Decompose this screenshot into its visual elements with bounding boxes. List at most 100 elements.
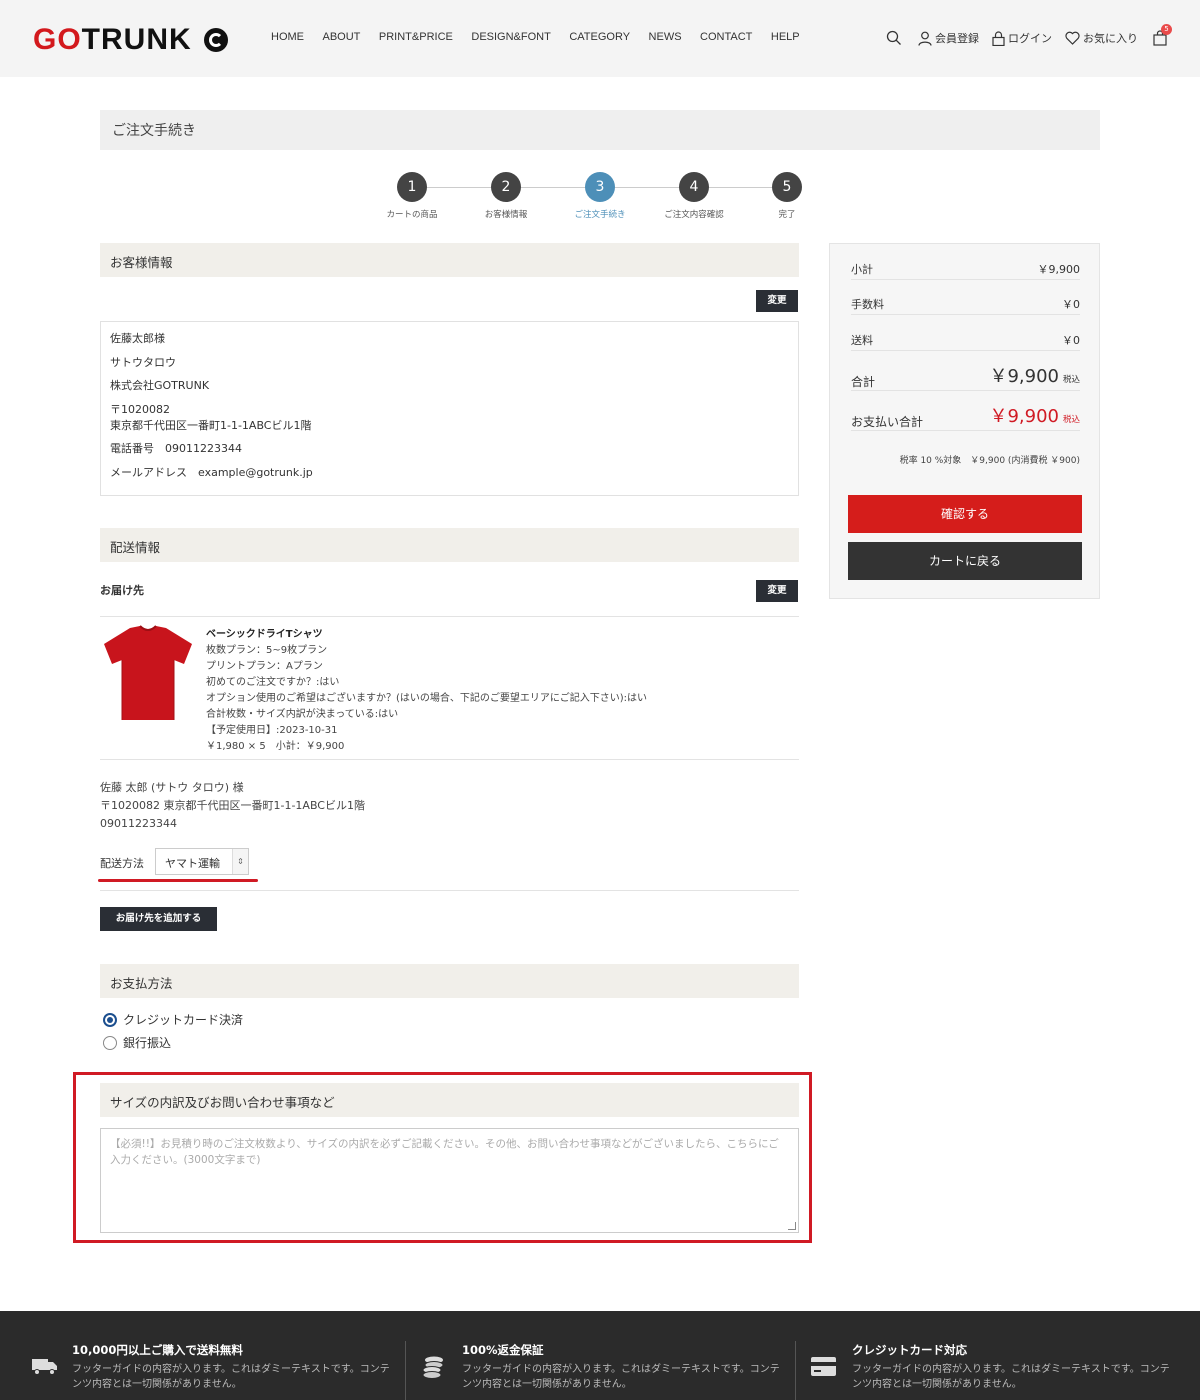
step-label: カートの商品 bbox=[386, 210, 438, 220]
recipient-phone: 09011223344 bbox=[100, 817, 177, 830]
customer-change-button[interactable]: 変更 bbox=[756, 290, 798, 312]
cart-button[interactable]: 5 bbox=[1153, 24, 1172, 46]
payment-method-heading: お支払方法 bbox=[100, 964, 799, 998]
add-destination-button[interactable]: お届け先を追加する bbox=[100, 907, 217, 931]
fee-label: 手数料 bbox=[851, 298, 884, 311]
search-icon bbox=[886, 30, 901, 45]
recipient-name: 佐藤 太郎 (サトウ タロウ) 様 bbox=[100, 781, 244, 794]
logo-mark-icon bbox=[203, 28, 228, 52]
step-number: 2 bbox=[491, 172, 521, 202]
summary-fee-row: 手数料 ￥0 bbox=[851, 296, 1080, 315]
total-value-group: ￥9,900 税込 bbox=[989, 362, 1080, 388]
nav-help[interactable]: HELP bbox=[771, 31, 800, 43]
customer-postal: 〒1020082 bbox=[110, 402, 170, 416]
product-image-red-tshirt bbox=[104, 625, 192, 720]
total-tax-label: 税込 bbox=[1062, 375, 1080, 385]
step-cart: 1 カートの商品 bbox=[372, 172, 452, 220]
payment-total-value: ￥9,900 bbox=[989, 406, 1059, 427]
main-nav: HOME ABOUT PRINT&PRICE DESIGN&FONT CATEG… bbox=[271, 31, 818, 43]
member-register-link[interactable]: 会員登録 bbox=[918, 30, 979, 46]
payment-option-credit-card[interactable]: クレジットカード決済 bbox=[103, 1011, 243, 1028]
resize-handle-icon[interactable] bbox=[788, 1222, 796, 1230]
notes-textarea[interactable]: 【必須!!】お見積り時のご注文枚数より、サイズの内訳を必ずご記載ください。その他… bbox=[100, 1128, 799, 1233]
recipient-address: 〒1020082 東京都千代田区一番町1-1-1ABCビル1階 bbox=[100, 799, 365, 812]
site-logo[interactable]: GOTRUNK bbox=[33, 24, 228, 56]
login-link[interactable]: ログイン bbox=[992, 30, 1052, 46]
credit-card-icon bbox=[811, 1357, 836, 1376]
footer-guide-title: クレジットカード対応 bbox=[852, 1343, 967, 1357]
delivery-change-button[interactable]: 変更 bbox=[756, 580, 798, 602]
confirm-button[interactable]: 確認する bbox=[848, 495, 1082, 533]
step-label: ご注文内容確認 bbox=[664, 210, 724, 220]
step-label: お客様情報 bbox=[484, 210, 528, 220]
footer-guide-credit-card: クレジットカード対応 フッターガイドの内容が入ります。これはダミーテキストです。… bbox=[795, 1311, 1200, 1400]
payment-total-value-group: ￥9,900 税込 bbox=[989, 402, 1080, 428]
payment-option-label: 銀行振込 bbox=[123, 1036, 172, 1050]
subtotal-value: ￥9,900 bbox=[1037, 263, 1081, 276]
total-label: 合計 bbox=[851, 375, 876, 389]
nav-about[interactable]: ABOUT bbox=[323, 31, 361, 43]
summary-payment-total-row: お支払い合計 ￥9,900 税込 bbox=[851, 406, 1080, 431]
favorites-label: お気に入り bbox=[1083, 32, 1138, 45]
heart-icon bbox=[1065, 31, 1080, 45]
footer-guide-refund: 100%返金保証 フッターガイドの内容が入ります。これはダミーテキストです。コン… bbox=[405, 1311, 795, 1400]
footer-guide: 10,000円以上ご購入で送料無料 フッターガイドの内容が入ります。これはダミー… bbox=[0, 1311, 1200, 1400]
customer-company: 株式会社GOTRUNK bbox=[110, 379, 210, 392]
fee-value: ￥0 bbox=[1062, 298, 1080, 311]
payment-option-label: クレジットカード決済 bbox=[123, 1013, 244, 1027]
product-option-line: プリントプラン：Aプラン bbox=[206, 661, 323, 672]
nav-category[interactable]: CATEGORY bbox=[569, 31, 630, 43]
step-complete: 5 完了 bbox=[747, 172, 827, 220]
footer-guide-text: フッターガイドの内容が入ります。これはダミーテキストです。コンテンツ内容とは一切… bbox=[852, 1364, 1170, 1390]
product-price-line: ￥1,980 × 5 小計：￥9,900 bbox=[206, 741, 345, 752]
shipping-method-select[interactable]: ヤマト運輸 ⇕ bbox=[155, 848, 249, 875]
notes-placeholder: 【必須!!】お見積り時のご注文枚数より、サイズの内訳を必ずご記載ください。その他… bbox=[110, 1138, 779, 1166]
customer-info-box: 佐藤太郎様 サトウタロウ 株式会社GOTRUNK 〒1020082 東京都千代田… bbox=[100, 321, 799, 496]
nav-home[interactable]: HOME bbox=[271, 31, 304, 43]
radio-selected[interactable] bbox=[103, 1012, 117, 1027]
summary-shipping-row: 送料 ￥0 bbox=[851, 332, 1080, 351]
step-number: 1 bbox=[397, 172, 427, 202]
nav-contact[interactable]: CONTACT bbox=[700, 31, 752, 43]
page-title: ご注文手続き bbox=[100, 110, 1100, 150]
product-option-line: 初めてのご注文ですか？:はい bbox=[206, 677, 340, 688]
customer-info-heading: お客様情報 bbox=[100, 243, 799, 277]
nav-news[interactable]: NEWS bbox=[649, 31, 682, 43]
notes-heading: サイズの内訳及びお問い合わせ事項など bbox=[100, 1083, 799, 1117]
footer-guide-free-shipping: 10,000円以上ご購入で送料無料 フッターガイドの内容が入ります。これはダミー… bbox=[0, 1311, 400, 1400]
nav-print-price[interactable]: PRINT&PRICE bbox=[379, 31, 453, 43]
shipping-label: 送料 bbox=[851, 334, 873, 347]
login-label: ログイン bbox=[1008, 32, 1052, 45]
product-option-line: オプション使用のご希望はございますか？(はいの場合、下記のご要望エリアにご記入下… bbox=[206, 693, 647, 704]
logo-text: GOTRUNK bbox=[33, 23, 192, 56]
customer-address: 東京都千代田区一番町1-1-1ABCビル1階 bbox=[110, 418, 312, 432]
back-to-cart-button[interactable]: カートに戻る bbox=[848, 542, 1082, 580]
coins-icon bbox=[422, 1356, 444, 1379]
step-customer-info: 2 お客様情報 bbox=[466, 172, 546, 220]
delivery-info-heading: 配送情報 bbox=[100, 528, 799, 562]
customer-phone: 電話番号 09011223344 bbox=[110, 442, 242, 455]
step-number: 5 bbox=[772, 172, 802, 202]
summary-total-row: 合計 ￥9,900 税込 bbox=[851, 366, 1080, 391]
divider bbox=[100, 759, 799, 760]
step-confirm: 4 ご注文内容確認 bbox=[654, 172, 734, 220]
payment-total-label: お支払い合計 bbox=[851, 415, 924, 429]
truck-icon bbox=[32, 1359, 57, 1375]
payment-option-bank-transfer[interactable]: 銀行振込 bbox=[103, 1034, 171, 1051]
destination-label: お届け先 bbox=[100, 584, 144, 597]
step-label: ご注文手続き bbox=[574, 210, 626, 220]
footer-guide-title: 100%返金保証 bbox=[462, 1343, 544, 1357]
product-option-line: 合計枚数・サイズ内訳が決まっている:はい bbox=[206, 709, 399, 720]
summary-subtotal-row: 小計 ￥9,900 bbox=[851, 261, 1080, 280]
favorites-link[interactable]: お気に入り bbox=[1065, 30, 1138, 46]
checkout-progress: 1 カートの商品 2 お客様情報 3 ご注文手続き 4 ご注文内容確認 5 完了 bbox=[378, 172, 808, 222]
lock-icon bbox=[992, 30, 1005, 46]
product-details: ベーシックドライTシャツ 枚数プラン：5~9枚プラン プリントプラン：Aプラン … bbox=[206, 627, 647, 755]
divider bbox=[100, 616, 799, 617]
radio-unselected[interactable] bbox=[103, 1035, 117, 1050]
shipping-method-label: 配送方法 bbox=[100, 857, 144, 870]
recipient-address-block: 佐藤 太郎 (サトウ タロウ) 様 〒1020082 東京都千代田区一番町1-1… bbox=[100, 779, 365, 833]
tax-note: 税率 10 %対象 ￥9,900 (内消費税 ￥900) bbox=[899, 456, 1080, 466]
nav-design-font[interactable]: DESIGN&FONT bbox=[471, 31, 550, 43]
search-button[interactable] bbox=[886, 30, 905, 46]
